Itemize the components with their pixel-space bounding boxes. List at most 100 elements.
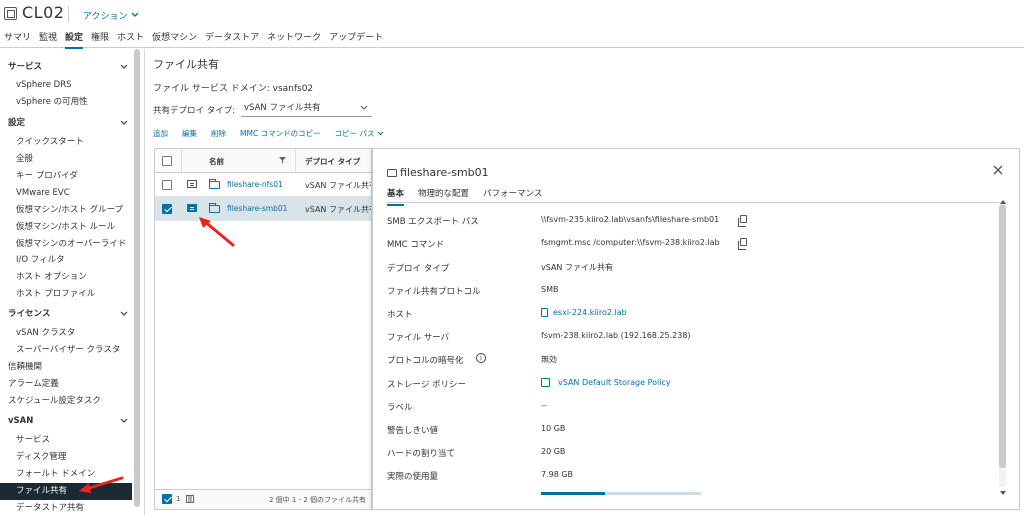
tab-monitor[interactable]: 監視 [35,30,61,48]
share-toolbar: 追加 編集 削除 MMC コマンドのコピー コピー パス [153,128,398,139]
sidebar-item-alarm-definitions[interactable]: アラーム定義 [0,376,132,393]
sidebar-item-vsan-cluster[interactable]: vSAN クラスタ [0,325,132,342]
usage-progress-bar [541,492,701,495]
scroll-down-icon[interactable] [1000,488,1006,498]
sidebar-group-services[interactable]: サービス [0,58,132,76]
detail-scrollbar-thumb[interactable] [999,205,1006,468]
column-divider [181,149,182,173]
prop-label: SMB エクスポート パス [387,217,479,227]
sidebar-scrollbar[interactable] [134,49,140,507]
actions-label: アクション [83,12,128,22]
select-all-checkbox[interactable] [162,156,172,166]
column-toggle-icon[interactable] [186,495,194,506]
top-tabs: サマリ 監視 設定 権限 ホスト 仮想マシン データストア ネットワーク アップ… [0,30,1024,49]
scroll-up-icon[interactable] [1000,197,1006,207]
sidebar-item-vm-overrides[interactable]: 仮想マシンのオーバーライド [0,236,132,253]
share-deploy-type: vSAN ファイル共有 [305,181,371,190]
row-details-icon[interactable] [187,204,197,212]
header-divider [68,6,69,22]
usage-progress-fill [541,492,605,495]
copy-mmc-command-button[interactable]: MMC コマンドのコピー [240,128,321,139]
close-icon[interactable] [993,163,1003,179]
settings-sidebar: サービス vSphere DRS vSphere の可用性 設定 クイックスター… [0,49,145,515]
copy-icon[interactable] [738,238,747,250]
folder-icon [209,203,220,213]
copy-icon[interactable] [738,215,747,227]
delete-button[interactable]: 削除 [211,128,226,139]
host-link[interactable]: esxi-224.kiiro2.lab [553,308,627,317]
filter-icon[interactable] [279,157,286,167]
row-details-icon[interactable] [187,180,197,188]
row-checkbox[interactable] [162,180,172,190]
sidebar-item-trust-authority[interactable]: 信頼機関 [0,359,132,376]
sidebar-item-general[interactable]: 全般 [0,151,132,168]
tab-physical-placement[interactable]: 物理的な配置 [418,187,469,202]
tab-performance[interactable]: パフォーマンス [483,187,542,202]
storage-policy-link[interactable]: vSAN Default Storage Policy [558,378,671,387]
sidebar-item-ha[interactable]: vSphere の可用性 [0,94,132,111]
prop-label: ファイル共有プロトコル [387,287,481,297]
column-header-deploy-type[interactable]: デプロイ タイプ [305,156,360,167]
prop-label: ホスト [387,310,413,320]
sidebar-group-settings[interactable]: 設定 [0,114,132,132]
sidebar-item-vsan-services[interactable]: サービス [0,432,132,449]
sidebar-item-disk-management[interactable]: ディスク管理 [0,449,132,466]
tab-permissions[interactable]: 権限 [87,30,113,48]
deploy-type-label: 共有デプロイ タイプ: [153,106,236,116]
sidebar-item-vm-host-rules[interactable]: 仮想マシン/ホスト ルール [0,219,132,236]
cluster-icon [4,7,17,20]
sidebar-item-host-options[interactable]: ホスト オプション [0,269,132,286]
table-row[interactable]: fileshare-nfs01 vSAN ファイル共有 [155,173,371,197]
actions-menu[interactable]: アクション [83,9,139,22]
tab-datastores[interactable]: データストア [201,30,263,48]
tab-hosts[interactable]: ホスト [113,30,148,48]
sidebar-item-datastore-sharing[interactable]: データストア共有 [0,500,132,515]
sidebar-item-drs[interactable]: vSphere DRS [0,77,132,94]
sidebar-item-supervisor-cluster[interactable]: スーパーバイザー クラスタ [0,342,132,359]
sidebar-group-vsan[interactable]: vSAN [0,412,132,430]
host-icon [541,308,548,317]
tab-configure[interactable]: 設定 [61,30,87,49]
prop-label: ハードの割り当て [387,449,456,459]
warning-threshold: 10 GB [541,424,566,433]
sidebar-item-vm-host-groups[interactable]: 仮想マシン/ホスト グループ [0,202,132,219]
column-header-name[interactable]: 名前 [209,156,224,167]
tab-networks[interactable]: ネットワーク [263,30,325,48]
folder-icon [209,179,220,189]
labels-value: -- [541,401,547,410]
detail-title: fileshare-smb01 [400,166,489,179]
tab-vms[interactable]: 仮想マシン [148,30,201,48]
sidebar-group-license[interactable]: ライセンス [0,305,132,323]
share-name-link[interactable]: fileshare-smb01 [227,204,287,213]
share-name-link[interactable]: fileshare-nfs01 [227,180,283,189]
chevron-down-icon [377,131,384,136]
add-button[interactable]: 追加 [153,128,168,139]
tab-summary[interactable]: サマリ [0,30,35,48]
sidebar-item-quickstart[interactable]: クイックスタート [0,134,132,151]
folder-icon [387,169,397,177]
copy-path-label: コピー パス [334,129,375,138]
sidebar-item-scheduled-tasks[interactable]: スケジュール設定タスク [0,393,132,410]
tab-updates[interactable]: アップデート [325,30,387,48]
row-checkbox[interactable] [162,204,172,214]
annotation-arrow [199,217,235,247]
table-header: 名前 デプロイ タイプ [155,149,371,173]
selected-count: 1 [176,495,181,503]
tab-basic[interactable]: 基本 [387,187,405,206]
sidebar-item-evc[interactable]: VMware EVC [0,185,132,202]
file-share-table: 名前 デプロイ タイプ fileshare-nfs01 vSAN ファイル共有 … [154,148,372,510]
copy-path-button[interactable]: コピー パス [335,128,384,139]
storage-policy-icon [541,378,550,387]
edit-button[interactable]: 編集 [182,128,197,139]
sidebar-item-host-profile[interactable]: ホスト プロファイル [0,286,132,303]
encryption-label-text: プロトコルの暗号化 [387,356,464,366]
deploy-type-select[interactable]: vSAN ファイル共有 [241,100,372,117]
mmc-command: fsmgmt.msc /computer:\\fsvm-238.kiiro2.l… [541,238,720,247]
table-row[interactable]: fileshare-smb01 vSAN ファイル共有 [155,197,371,221]
sidebar-item-io-filter[interactable]: I/O フィルタ [0,252,132,269]
info-icon[interactable]: i [476,353,486,363]
detail-tabs: 基本 物理的な配置 パフォーマンス [387,187,1007,206]
share-protocol: SMB [541,285,559,294]
sidebar-item-key-provider[interactable]: キー プロバイダ [0,168,132,185]
sidebar-group-label: vSAN [8,416,34,426]
